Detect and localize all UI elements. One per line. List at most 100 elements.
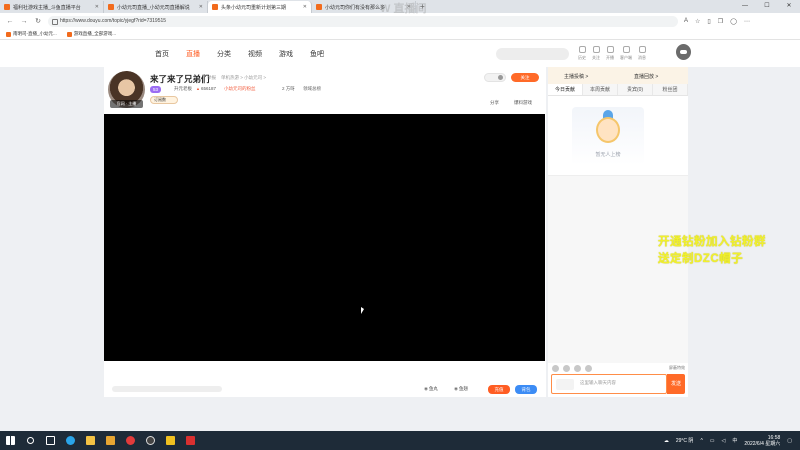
anchor-post-link[interactable]: 主播投稿 > [564,73,588,80]
video-player[interactable] [104,114,545,361]
level-badge: 53 [150,86,162,93]
fan-club-badge[interactable]: 小幼元司的粉丝 [224,86,256,92]
weather-text[interactable]: 29°C 阴 [676,437,694,444]
weather-icon[interactable]: ☁ [664,438,669,444]
browser-tab-2[interactable]: 小幼元司直播_小幼元司直播解说 ✕ [104,1,208,13]
clock[interactable]: 16:58 2022/6/4 星期六 [744,435,780,447]
nav-live[interactable]: 直播 [186,49,200,59]
close-window-icon[interactable]: ✕ [778,0,800,13]
app-3[interactable] [160,431,180,450]
close-tab-icon[interactable]: ✕ [303,4,307,10]
tab-fanclub[interactable]: 粉丝团 [653,84,688,95]
tab-vip[interactable]: 贵宾(0) [618,84,653,95]
report-link[interactable]: 举报 [207,75,216,81]
app-4[interactable] [180,431,200,450]
edge-icon [65,436,75,445]
backpack-button[interactable]: 背包 [515,385,537,394]
site-search-input[interactable] [496,48,569,60]
system-tray: ☁ 29°C 阴 ^ ▭ ◁ 中 16:58 2022/6/4 星期六 ▢ [664,435,800,447]
tab-week[interactable]: 本周贡献 [583,84,618,95]
browser-tab-3-active[interactable]: 头条小幼元司重新计划第三期 ✕ [208,1,312,13]
close-tab-icon[interactable]: ✕ [199,4,203,10]
tray-arrow-icon[interactable]: ^ [700,438,702,444]
rank-link[interactable]: 领域总榜 [303,86,321,92]
site-header: 首页 直播 分类 视频 游戏 鱼吧 历史 关注 开播 客户端 消息 [0,40,800,67]
task-view-button[interactable] [40,431,60,450]
collections-icon[interactable]: ❐ [718,18,723,25]
go-live-button[interactable]: 开播 [606,46,614,61]
gift-icon[interactable] [574,365,581,372]
client-button[interactable]: 客户端 [620,46,632,61]
forward-icon[interactable]: → [20,18,28,25]
promo-line-1: 开通钻粉加入钻粉群 [658,236,766,248]
follow-button[interactable]: 关注 [511,73,539,82]
fan-badge-icon[interactable] [563,365,570,372]
search-icon [26,437,34,444]
subscribe-count-badge[interactable]: 订阅数 [150,96,178,104]
mouse-cursor-icon [361,307,364,314]
nav-yuba[interactable]: 鱼吧 [310,49,324,59]
search-button[interactable] [20,431,40,450]
fishfin-item[interactable]: 鱼翅 [454,386,468,392]
notification-icon[interactable]: ▢ [787,438,792,444]
rank-tabs: 今日贡献 本周贡献 贵宾(0) 粉丝团 [548,84,688,96]
refresh-icon[interactable]: ↻ [34,17,42,25]
anchor-name[interactable]: 升元老板 [174,86,192,92]
gift-bar[interactable] [112,386,222,392]
report-tip-button[interactable]: 爆料游戏 [514,100,532,106]
edge-app[interactable] [60,431,80,450]
fans-count: 2 方呀 [282,86,295,91]
more-icon[interactable]: ⋯ [744,18,750,25]
chat-input-box[interactable]: 这里输入聊天内容 [551,374,667,394]
close-tab-icon[interactable]: ✕ [95,4,99,10]
read-aloud-icon[interactable]: A [684,18,688,25]
settings-icon[interactable] [585,365,592,372]
explorer-app[interactable] [80,431,100,450]
chat-message-list[interactable] [548,176,688,363]
volume-icon[interactable]: ◁ [722,438,726,444]
nav-video[interactable]: 视频 [248,49,262,59]
avatar-tag: 官网 · 主播 [110,100,143,108]
tab-today[interactable]: 今日贡献 [548,84,583,95]
app-icon [185,436,195,445]
browser-tab-1[interactable]: 福利社游戏主播_斗鱼直播平台 ✕ [0,1,104,13]
nav-category[interactable]: 分类 [217,49,231,59]
app-2[interactable] [100,431,120,450]
maximize-icon[interactable]: ☐ [756,0,778,13]
bookmark-2[interactable]: 游戏直播_全部游戏... [66,31,116,37]
url-field[interactable]: https://www.douyu.com/topic/yjegf?rid=73… [48,15,678,27]
category-breadcrumb[interactable]: 单机热游 > 小幼元司 > [221,75,266,81]
split-icon[interactable]: ▯ [707,18,710,25]
user-avatar[interactable] [676,44,691,60]
minimize-icon[interactable]: — [734,0,756,13]
message-button[interactable]: 消息 [638,46,646,61]
network-icon[interactable]: ▭ [710,438,715,444]
notify-toggle[interactable] [484,73,506,82]
nav-game[interactable]: 游戏 [279,49,293,59]
start-button[interactable] [0,431,20,450]
favorite-star-icon[interactable]: ☆ [695,18,700,25]
nav-home[interactable]: 首页 [155,49,169,59]
share-button[interactable]: 分享 [490,100,499,106]
follow-list-button[interactable]: 关注 [592,46,600,61]
history-button[interactable]: 历史 [578,46,586,61]
barrage-style-icon[interactable] [556,379,574,390]
send-button[interactable]: 发送 [667,374,685,394]
ime-icon[interactable]: 中 [732,437,737,444]
bookmark-favicon-icon [66,31,72,37]
bookmark-1[interactable]: 南明司-直播_小幼元... [6,31,57,37]
clock-date: 2022/6/4 星期六 [744,440,781,447]
camera-icon [606,46,614,53]
emoji-icon[interactable] [552,365,559,372]
douyu-favicon-icon [316,4,322,10]
fishball-item[interactable]: 鱼丸 [424,386,438,392]
promo-line-2: 送定制DZC帽子 [658,253,744,265]
netease-app[interactable] [120,431,140,450]
profile-icon[interactable]: ◯ [730,18,737,25]
back-icon[interactable]: ← [6,18,14,25]
promo-overlay: 开通钻粉加入钻粉群 送定制DZC帽子 [658,234,766,268]
replay-link[interactable]: 直播回放 > [634,73,658,80]
obs-app[interactable] [140,431,160,450]
recharge-button[interactable]: 充值 [488,385,510,394]
block-effects-toggle[interactable]: 屏蔽特效 [669,365,685,371]
